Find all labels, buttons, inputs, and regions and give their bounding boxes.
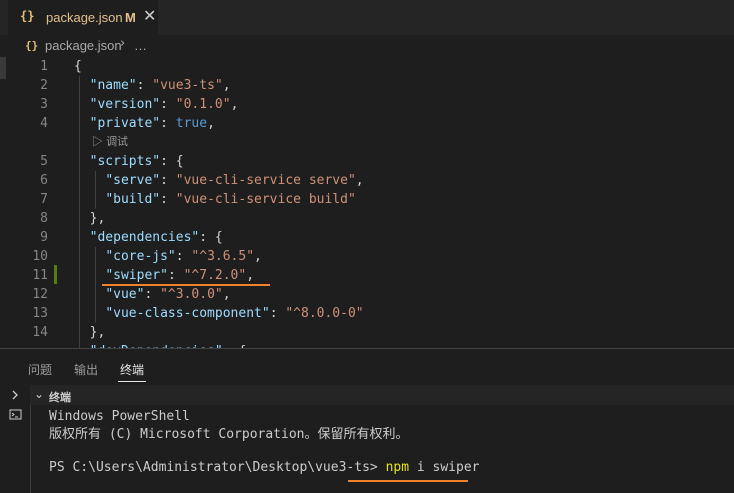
terminal-sidebar [0, 385, 31, 493]
code-line: "scripts": { [89, 154, 184, 169]
tab-label: package.json [46, 10, 123, 25]
code-line: "swiper": "^7.2.0", [105, 268, 255, 283]
bottom-panel: 问题 输出 终端 ⌄ 终端 Windows PowerShell 版权所有 (C… [0, 349, 734, 493]
codelens-label: 调试 [106, 136, 129, 148]
code-line: "private": true, [89, 116, 215, 131]
code-line: "serve": "vue-cli-service serve", [105, 173, 364, 188]
breadcrumb-more[interactable]: … [134, 38, 147, 53]
line-number: 14 [32, 325, 48, 340]
active-tab-indicator [118, 381, 146, 382]
code-line: "dependencies": { [89, 230, 223, 245]
terminal-line: 版权所有 (C) Microsoft Corporation。保留所有权利。 [49, 427, 409, 442]
modified-line-marker [54, 265, 57, 284]
tab-terminal[interactable]: 终端 [120, 361, 144, 378]
code-line: }, [89, 325, 106, 340]
modified-badge: M [125, 10, 136, 25]
line-number: 10 [32, 249, 48, 264]
line-number: 3 [40, 97, 48, 112]
terminal-header[interactable]: ⌄ 终端 [30, 385, 734, 405]
json-file-icon: {} [25, 39, 39, 52]
play-icon: ▷ [92, 136, 103, 148]
terminal-icon[interactable] [8, 407, 24, 423]
terminal-prompt: PS C:\Users\Administrator\Desktop\vue3-t… [49, 460, 378, 475]
line-number: 9 [40, 230, 48, 245]
line-number: 12 [32, 287, 48, 302]
tab-bar: {} package.json M ✕ [0, 0, 734, 35]
code-line: "build": "vue-cli-service build" [105, 192, 356, 207]
code-line: "vue-class-component": "^8.0.0-0" [105, 306, 364, 321]
code-line: }, [89, 211, 106, 226]
code-editor[interactable]: 1 2 3 4 5 6 7 8 9 10 11 12 13 14 { "name… [0, 57, 734, 349]
line-number: 4 [40, 116, 48, 131]
debug-codelens[interactable]: ▷ 调试 [92, 133, 128, 149]
line-number: 5 [40, 154, 48, 169]
highlight-underline [348, 480, 468, 482]
highlight-underline [102, 284, 270, 286]
terminal-prompt-line[interactable]: PS C:\Users\Administrator\Desktop\vue3-t… [49, 459, 480, 476]
tab-output[interactable]: 输出 [74, 361, 98, 378]
chevron-right-icon: › [120, 36, 126, 51]
code-line: "name": "vue3-ts", [89, 78, 231, 93]
code-line: "core-js": "^3.6.5", [105, 249, 262, 264]
tab-package-json[interactable]: {} package.json M ✕ [8, 0, 158, 35]
line-number: 6 [40, 173, 48, 188]
code-line: "version": "0.1.0", [89, 97, 239, 112]
breadcrumb: {} package.json › … [0, 35, 734, 57]
terminal-command: npm [385, 460, 410, 475]
chevron-right-icon[interactable] [10, 390, 20, 400]
terminal-args: i swiper [416, 460, 480, 475]
breadcrumb-file[interactable]: package.json [45, 38, 122, 53]
code-line: { [74, 59, 82, 74]
line-number: 2 [40, 78, 48, 93]
tab-problems[interactable]: 问题 [28, 361, 52, 378]
chevron-down-icon: ⌄ [34, 387, 45, 401]
line-number: 7 [40, 192, 48, 207]
json-file-icon: {} [20, 9, 35, 23]
close-icon[interactable]: ✕ [143, 8, 156, 24]
code-line: "vue": "^3.0.0", [105, 287, 231, 302]
line-number: 11 [32, 268, 48, 283]
terminal-title: 终端 [49, 392, 71, 404]
line-number: 1 [40, 59, 48, 74]
line-number: 8 [40, 211, 48, 226]
line-number: 13 [32, 306, 48, 321]
terminal-line: Windows PowerShell [49, 409, 190, 424]
